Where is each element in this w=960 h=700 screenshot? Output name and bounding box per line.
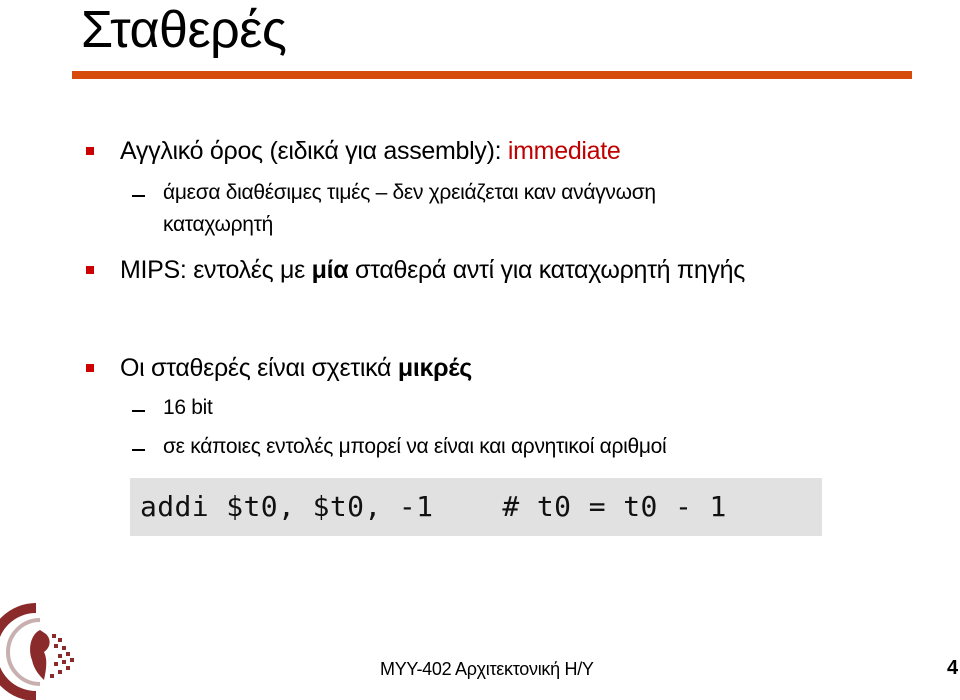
bullet-3-sub-1: 16 bit xyxy=(163,396,213,419)
slide-title: Σταθερές xyxy=(81,1,287,59)
bullet-1-prefix: Αγγλικό όρος (ειδικά για assembly): xyxy=(120,137,508,165)
bullet-2-text: MIPS: εντολές με μία σταθερά αντί για κα… xyxy=(120,256,745,285)
dash-icon xyxy=(132,195,145,197)
bullet-2-suffix: σταθερά αντί για καταχωρητή πηγής xyxy=(348,256,746,284)
footer-course-title: ΜΥΥ-402 Αρχιτεκτονική Η/Υ xyxy=(380,659,594,679)
university-seal-logo-icon xyxy=(0,603,74,700)
code-example-box: addi $t0, $t0, -1 # t0 = t0 - 1 xyxy=(130,478,822,536)
bullet-square-icon xyxy=(86,147,94,155)
bullet-3-sub-2: σε κάποιες εντολές μπορεί να είναι και α… xyxy=(163,435,667,458)
bullet-1-text: Αγγλικό όρος (ειδικά για assembly): imme… xyxy=(120,137,621,166)
bullet-3-bold: μικρές xyxy=(397,354,472,382)
code-example: addi $t0, $t0, -1 # t0 = t0 - 1 xyxy=(140,490,727,523)
bullet-1-sub-1-line-2: καταχωρητή xyxy=(163,213,273,236)
bullet-1-highlight: immediate xyxy=(507,137,621,165)
title-underline xyxy=(72,71,912,79)
bullet-2-prefix: MIPS: εντολές με xyxy=(120,256,312,284)
bullet-2-bold: μία xyxy=(311,256,349,284)
bullet-1-sub-1-line-1: άμεσα διαθέσιμες τιμές – δεν χρειάζεται … xyxy=(163,181,656,204)
page-number: 4 xyxy=(947,657,959,679)
bullet-square-icon xyxy=(86,266,94,274)
bullet-3-text: Οι σταθερές είναι σχετικά μικρές xyxy=(120,354,472,383)
bullet-square-icon xyxy=(86,364,94,372)
dash-icon xyxy=(132,410,145,412)
dash-icon xyxy=(132,449,145,451)
bullet-3-prefix: Οι σταθερές είναι σχετικά xyxy=(120,354,398,382)
